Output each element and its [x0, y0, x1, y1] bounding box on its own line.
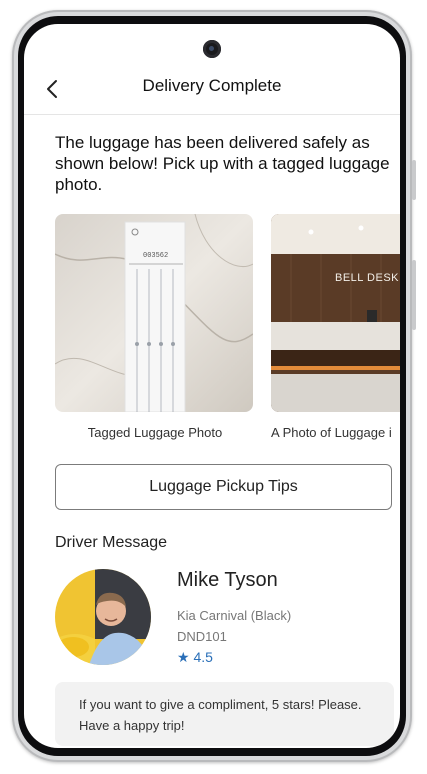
driver-message-title: Driver Message: [55, 534, 168, 551]
driver-rating: ★ 4.5: [177, 649, 213, 665]
driver-name: Mike Tyson: [177, 569, 278, 591]
screen: Delivery Complete The luggage has been d…: [24, 24, 400, 748]
driver-avatar: [55, 569, 151, 665]
bell-desk-sign: BELL DESK: [335, 272, 400, 284]
phone-frame: Delivery Complete The luggage has been d…: [12, 10, 416, 762]
driver-plate: DND101: [177, 629, 227, 644]
photo-caption: Tagged Luggage Photo: [87, 425, 223, 440]
photo-carousel[interactable]: 003562 Tagged Luggage Photo BELL DESK A …: [55, 214, 400, 446]
tagged-luggage-photo[interactable]: 003562: [55, 214, 253, 412]
driver-message-box: If you want to give a compliment, 5 star…: [55, 682, 394, 746]
luggage-location-photo[interactable]: BELL DESK: [271, 214, 400, 412]
photo-caption: A Photo of Luggage i: [271, 425, 392, 440]
tag-number: 003562: [143, 252, 169, 260]
delivery-headline: The luggage has been delivered safely as…: [55, 133, 390, 194]
photo-card-tagged[interactable]: 003562 Tagged Luggage Photo: [55, 214, 255, 440]
front-camera: [203, 40, 221, 58]
app-header: Delivery Complete: [24, 62, 400, 115]
luggage-pickup-tips-button[interactable]: Luggage Pickup Tips: [55, 464, 392, 510]
volume-button: [412, 160, 416, 200]
driver-car: Kia Carnival (Black): [177, 608, 292, 623]
photo-card-luggage[interactable]: BELL DESK A Photo of Luggage i: [271, 214, 400, 440]
page-title: Delivery Complete: [142, 76, 282, 95]
power-button: [412, 260, 416, 330]
